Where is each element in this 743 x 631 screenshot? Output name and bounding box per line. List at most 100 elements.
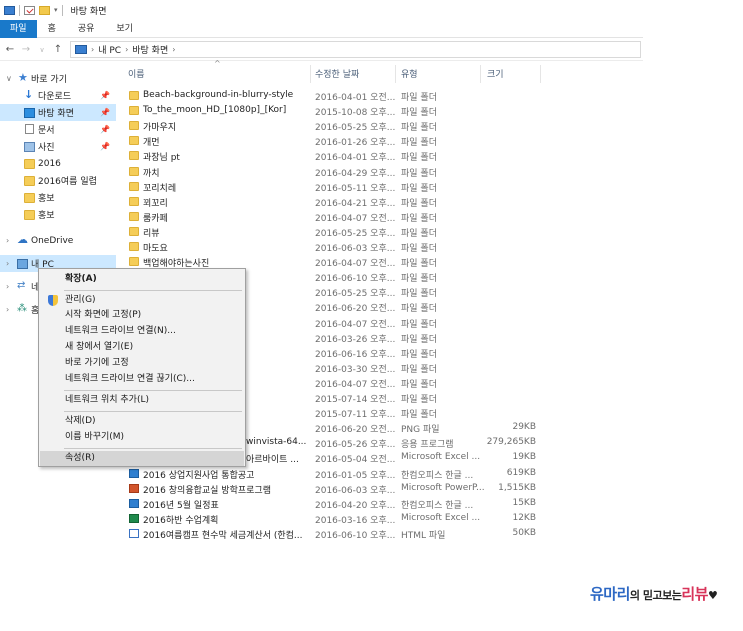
sidebar-item-label: 다운로드	[38, 92, 72, 102]
folder-icon	[129, 121, 139, 131]
column-header-date[interactable]: 수정한 날짜	[315, 65, 359, 85]
file-name: 룸카페	[143, 213, 168, 224]
chevron-down-icon[interactable]: ∨	[6, 74, 12, 83]
file-date: 2016-04-01 오후...	[315, 153, 396, 164]
file-type: 파일 폴더	[401, 289, 437, 300]
chevron-right-icon[interactable]: ›	[6, 305, 9, 314]
file-size: 1,515KB	[498, 482, 536, 493]
file-name: 2016하반 수업계획	[143, 515, 219, 526]
network-icon: ⇄	[17, 280, 26, 291]
column-divider[interactable]	[310, 65, 311, 83]
new-folder-icon[interactable]	[39, 5, 50, 15]
chevron-right-icon[interactable]: ›	[6, 236, 9, 245]
chevron-right-icon[interactable]: ›	[91, 45, 94, 54]
column-divider[interactable]	[395, 65, 396, 83]
sidebar-item-pictures[interactable]: 사진 📌	[0, 138, 116, 155]
file-name: 과장님 pt	[143, 153, 180, 164]
menu-item-manage[interactable]: 관리(G)	[40, 293, 244, 308]
sidebar-item-2016[interactable]: 2016	[0, 155, 116, 172]
folder-icon	[129, 226, 139, 236]
column-header-type[interactable]: 유형	[401, 65, 418, 85]
file-type: 파일 폴더	[401, 410, 437, 421]
tab-share[interactable]: 공유	[67, 20, 106, 38]
sidebar-item-label: 바로 가기	[31, 75, 67, 85]
breadcrumb-desktop[interactable]: 바탕 화면	[132, 43, 168, 56]
sidebar-item-downloads[interactable]: ↓ 다운로드 📌	[0, 87, 116, 104]
file-name: 꾀꼬리	[143, 198, 168, 209]
menu-item-expand[interactable]: 확장(A)	[40, 272, 244, 287]
file-row[interactable]: 룸카페 2016-04-07 오전... 파일 폴더	[122, 210, 542, 225]
file-row[interactable]: 꼬리치레 2016-05-11 오후... 파일 폴더	[122, 180, 542, 195]
file-type: 파일 폴더	[401, 138, 437, 149]
tab-view[interactable]: 보기	[105, 20, 144, 38]
file-date: 2016-04-21 오후...	[315, 198, 396, 209]
pin-icon: 📌	[100, 125, 110, 134]
column-divider[interactable]	[540, 65, 541, 83]
back-arrow-icon[interactable]: ←	[2, 42, 18, 58]
file-row[interactable]: 2016 창의융합교실 방학프로그램 2016-06-03 오후... Micros…	[122, 482, 542, 497]
menu-item-delete[interactable]: 삭제(D)	[40, 414, 244, 429]
sidebar-item-documents[interactable]: 문서 📌	[0, 121, 116, 138]
file-row[interactable]: 리뷰 2016-05-25 오후... 파일 폴더	[122, 225, 542, 240]
sidebar-item-promo[interactable]: 홍보	[0, 189, 116, 206]
file-size: 29KB	[512, 422, 536, 433]
sidebar-item-onedrive[interactable]: › ☁ OneDrive	[0, 232, 116, 249]
file-row[interactable]: 2016년 5월 일정표 2016-04-20 오후... 한컴오피스 한글 ...…	[122, 497, 542, 512]
breadcrumb-this-pc[interactable]: 내 PC	[98, 43, 121, 56]
tab-file[interactable]: 파일	[0, 20, 37, 38]
sidebar-item-2016-summer[interactable]: 2016여름 일렵	[0, 172, 116, 189]
computer-icon	[75, 45, 87, 54]
menu-separator	[64, 411, 242, 412]
file-row[interactable]: 과장님 pt 2016-04-01 오후... 파일 폴더	[122, 149, 542, 164]
file-row[interactable]: 2016여름캠프 현수막 세금계산서 (한컴... 2016-06-10 오후..…	[122, 527, 542, 542]
menu-item-properties[interactable]: 속성(R)	[40, 451, 244, 466]
chevron-right-icon[interactable]: ›	[172, 45, 175, 54]
menu-item-pin-start[interactable]: 시작 화면에 고정(P)	[40, 308, 244, 323]
menu-item-rename[interactable]: 이름 바꾸기(M)	[40, 430, 244, 445]
file-row[interactable]: 2016하반 수업계획 2016-03-16 오후... Microsoft Exc…	[122, 512, 542, 527]
file-type: HTML 파일	[401, 530, 446, 541]
file-row[interactable]: 꾀꼬리 2016-04-21 오후... 파일 폴더	[122, 195, 542, 210]
menu-item-add-network-location[interactable]: 네트워크 위치 추가(L)	[40, 393, 244, 408]
file-row[interactable]: 마도요 2016-06-03 오후... 파일 폴더	[122, 240, 542, 255]
file-size: 12KB	[512, 512, 536, 523]
sidebar-item-desktop[interactable]: 바탕 화면 📌	[0, 104, 116, 121]
file-row[interactable]: To_the_moon_HD_[1080p]_[Kor] 2015-10-08 오…	[122, 104, 542, 119]
file-row[interactable]: 까치 2016-04-29 오후... 파일 폴더	[122, 165, 542, 180]
column-header-name[interactable]: 이름	[128, 65, 145, 85]
menu-item-disconnect-drive[interactable]: 네트워크 드라이브 연결 끊기(C)...	[40, 372, 244, 387]
address-box[interactable]: › 내 PC › 바탕 화면 ›	[70, 41, 641, 58]
blog-watermark: 유마리의 믿고보는리뷰♥	[590, 583, 718, 604]
folder-icon	[24, 210, 35, 220]
tab-home[interactable]: 홈	[37, 20, 67, 38]
forward-arrow-icon[interactable]: →	[18, 42, 34, 58]
recent-dropdown-icon[interactable]: ∨	[34, 42, 50, 58]
sidebar-item-quick-access[interactable]: ∨ ★ 바로 가기	[0, 70, 116, 87]
star-icon: ★	[18, 71, 28, 84]
menu-item-open-new-window[interactable]: 새 창에서 열기(E)	[40, 340, 244, 355]
file-row[interactable]: 2016 상업지원사업 통합공고 2016-01-05 오후... 한컴오피스 한글…	[122, 467, 542, 482]
chevron-right-icon[interactable]: ›	[6, 282, 9, 291]
chevron-right-icon[interactable]: ›	[6, 259, 9, 268]
file-row[interactable]: Beach-background-in-blurry-style 2016-04-…	[122, 89, 542, 104]
folder-icon	[129, 196, 139, 206]
ppt-file-icon	[129, 483, 139, 493]
file-row[interactable]: 개먼 2016-01-26 오후... 파일 폴더	[122, 134, 542, 149]
navigation-bar: ← → ∨ ↑ › 내 PC › 바탕 화면 ›	[0, 39, 643, 61]
computer-icon	[4, 5, 15, 15]
file-type: 파일 폴더	[401, 259, 437, 270]
watermark-name: 유마리	[590, 585, 630, 603]
folder-icon	[24, 159, 35, 169]
column-header-size[interactable]: 크기	[487, 65, 504, 85]
file-date: 2015-07-14 오전...	[315, 395, 396, 405]
sidebar-item-promo-2[interactable]: 홍보	[0, 206, 116, 223]
up-arrow-icon[interactable]: ↑	[50, 42, 66, 58]
properties-check-icon[interactable]	[24, 5, 35, 15]
menu-item-map-network-drive[interactable]: 네트워크 드라이브 연결(N)...	[40, 324, 244, 339]
chevron-right-icon[interactable]: ›	[125, 45, 128, 54]
menu-item-pin-quick-access[interactable]: 바로 가기에 고정	[40, 356, 244, 371]
file-row[interactable]: 가마우지 2016-05-25 오후... 파일 폴더	[122, 119, 542, 134]
quick-access-dropdown-icon[interactable]: ▾	[54, 6, 58, 14]
file-date: 2016-06-03 오후...	[315, 485, 396, 496]
column-divider[interactable]	[480, 65, 481, 83]
